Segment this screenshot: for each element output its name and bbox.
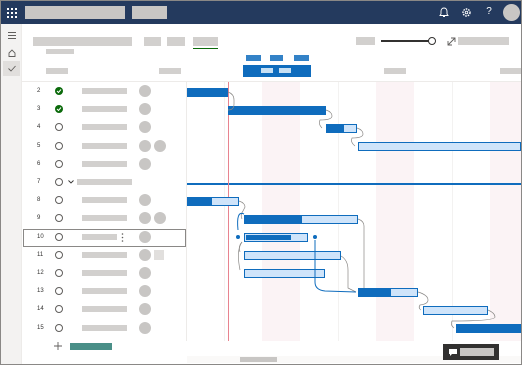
- add-task-button[interactable]: [70, 343, 112, 350]
- chat-icon: [449, 349, 457, 356]
- chat-button[interactable]: [443, 344, 499, 360]
- dependency-connectors: [227, 91, 496, 329]
- plus-icon[interactable]: [54, 342, 62, 350]
- horizontal-scrollbar-thumb[interactable]: [240, 357, 277, 362]
